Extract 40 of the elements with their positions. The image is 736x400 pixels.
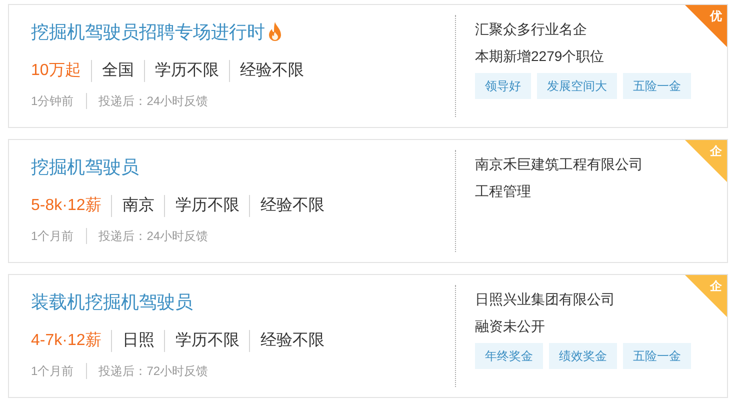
benefit-tag: 发展空间大 <box>537 73 617 99</box>
job-requirement: 经验不限 <box>249 195 334 217</box>
job-requirement: 学历不限 <box>164 195 250 217</box>
job-requirement: 学历不限 <box>144 60 229 82</box>
feedback-time: 投递后：72小时反馈 <box>86 363 208 379</box>
feedback-time: 投递后：24小时反馈 <box>86 228 208 244</box>
benefit-tag: 五险一金 <box>623 343 691 369</box>
salary: 10万起 <box>31 61 82 81</box>
job-card[interactable]: 挖掘机驾驶员 5-8k·12薪 南京 学历不限 经验不限 1个月前 投递后：24小时反馈 南京禾巨建筑工程有限公司 工程管理 企 <box>8 139 728 263</box>
posted-time: 1个月前 <box>31 228 75 244</box>
flame-icon <box>267 22 283 42</box>
posted-time: 1分钟前 <box>31 93 75 109</box>
company-name[interactable]: 南京禾巨建筑工程有限公司 <box>475 154 643 174</box>
job-card[interactable]: 装载机挖掘机驾驶员 4-7k·12薪 日照 学历不限 经验不限 1个月前 投递后：72小时反馈 日照兴业集团有限公司 融资未公开 年终奖金 绩效奖金 五险一金 企 <box>8 274 728 398</box>
job-requirement: 学历不限 <box>164 330 250 352</box>
badge-label: 优 <box>710 8 722 24</box>
job-requirement: 南京 <box>111 195 164 217</box>
job-title[interactable]: 挖掘机驾驶员 <box>31 154 139 180</box>
badge-label: 企 <box>710 278 722 294</box>
company-info: 融资未公开 <box>475 317 546 336</box>
company-info: 本期新增2279个职位 <box>475 47 606 66</box>
job-requirement: 经验不限 <box>249 330 334 352</box>
badge-label: 企 <box>710 143 722 159</box>
salary: 4-7k·12薪 <box>31 330 102 351</box>
feedback-time: 投递后：24小时反馈 <box>86 93 208 109</box>
salary: 5-8k·12薪 <box>31 196 102 216</box>
benefit-tag: 领导好 <box>475 73 531 99</box>
job-requirement: 经验不限 <box>228 60 314 82</box>
benefit-tag: 年终奖金 <box>475 343 543 369</box>
benefit-tag: 绩效奖金 <box>549 343 617 369</box>
company-info: 工程管理 <box>475 182 532 201</box>
job-title[interactable]: 装载机挖掘机驾驶员 <box>31 289 193 315</box>
benefit-tag: 五险一金 <box>623 73 691 99</box>
company-name[interactable]: 日照兴业集团有限公司 <box>475 289 691 309</box>
job-title[interactable]: 挖掘机驾驶员招聘专场进行时 <box>31 19 265 45</box>
job-card[interactable]: 挖掘机驾驶员招聘专场进行时 10万起 全国 学历不限 经验不限 1分钟前 投递后：24小时反馈 汇聚众多行业名企 本期新增2279个职位 领导好 发展空间大 五险一金 优 <box>8 4 728 128</box>
job-requirement: 日照 <box>111 330 164 352</box>
company-name[interactable]: 汇聚众多行业名企 <box>475 19 691 39</box>
job-requirement: 全国 <box>90 60 144 82</box>
posted-time: 1个月前 <box>31 363 75 379</box>
